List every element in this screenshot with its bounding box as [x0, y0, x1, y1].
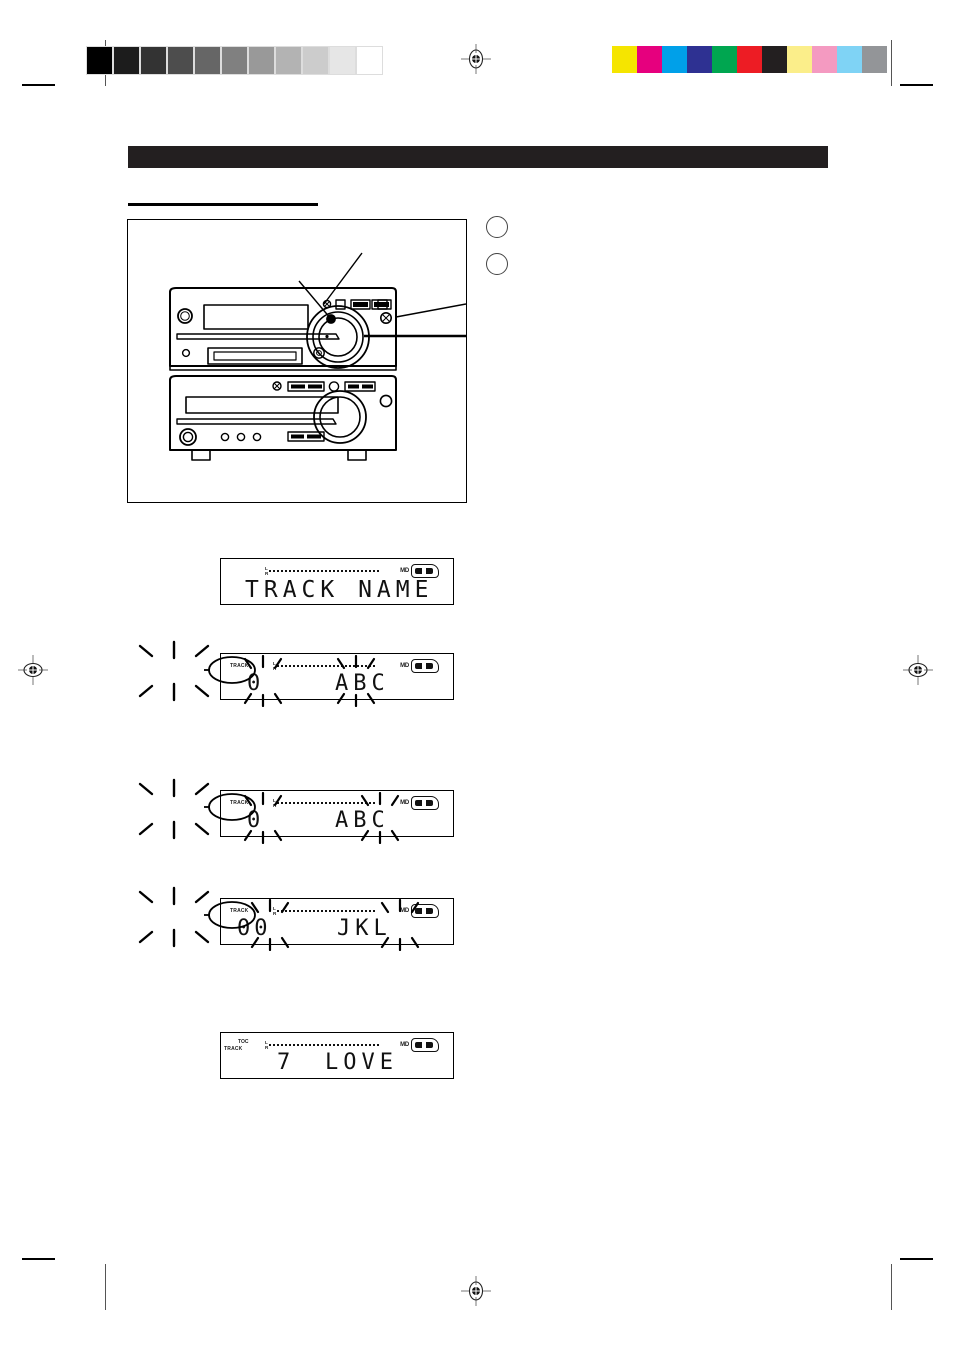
md-indicator-group: MD: [400, 564, 439, 578]
lcd-track-number-4: 00: [237, 916, 272, 941]
lcd-readout-4: JKL: [337, 916, 392, 941]
crop-tick-bottom-right: [891, 1264, 892, 1310]
track-indicator-label: TRACK: [230, 800, 249, 806]
md-indicator-group: MD: [400, 659, 439, 673]
minidisc-icon: [411, 904, 439, 918]
level-right-label: R: [273, 802, 277, 808]
blink-rays-track-indicator-3: [138, 778, 210, 840]
color-swatch-4: [712, 46, 737, 73]
lcd-track-number-3: 0: [247, 808, 267, 833]
registration-mark-top: [461, 44, 491, 74]
lcd-display-track-name: L R MD TRACK NAME: [220, 558, 454, 605]
greyscale-swatch-8: [302, 46, 329, 75]
level-meter-dots: [277, 800, 378, 808]
md-indicator-group: MD: [400, 1038, 439, 1052]
lcd-readout-3: ABC: [335, 808, 390, 833]
greyscale-swatch-1: [113, 46, 140, 75]
blink-rays-track-indicator-2: [138, 640, 210, 702]
greyscale-swatch-10: [356, 46, 383, 75]
stereo-illustration-frame: [127, 219, 467, 503]
greyscale-swatch-0: [86, 46, 113, 75]
blink-rays-track-indicator-4: [138, 886, 210, 948]
subsection-underline: [128, 203, 318, 206]
level-meter-dots: [277, 663, 378, 671]
md-indicator-group: MD: [400, 904, 439, 918]
minidisc-icon: [411, 1038, 439, 1052]
registration-mark-bottom: [461, 1276, 491, 1306]
registration-mark-right: [903, 655, 933, 685]
color-swatch-6: [762, 46, 787, 73]
color-swatch-10: [862, 46, 887, 73]
lcd-track-number-5: 7: [277, 1050, 297, 1075]
color-swatch-2: [662, 46, 687, 73]
lcd-display-abc-first: L R MD TRACK 0 ABC: [220, 653, 454, 700]
color-swatch-7: [787, 46, 812, 73]
color-calibration-strip: [612, 46, 887, 73]
greyscale-swatch-6: [248, 46, 275, 75]
crop-tick-bottom-left: [105, 1264, 106, 1310]
lcd-readout-2: ABC: [335, 671, 390, 696]
color-swatch-1: [637, 46, 662, 73]
crop-tick-left-upper: [22, 84, 55, 86]
callout-line-3: [395, 303, 467, 318]
crop-tick-right-upper: [900, 84, 933, 86]
track-indicator-label: TRACK: [224, 1046, 243, 1052]
lcd-display-abc-second: L R MD TRACK 0 ABC: [220, 790, 454, 837]
lcd-display-toc-love: L R MD TOC TRACK 7 LOVE: [220, 1032, 454, 1079]
greyscale-swatch-4: [194, 46, 221, 75]
md-label: MD: [400, 1042, 409, 1048]
crop-tick-top-right: [891, 40, 892, 86]
registration-mark-left: [18, 655, 48, 685]
step-bullet-2: [486, 253, 508, 275]
color-swatch-3: [687, 46, 712, 73]
crop-tick-right-lower: [900, 1258, 933, 1260]
level-meter-2: L R: [273, 661, 378, 671]
callout-line-1: [323, 252, 363, 305]
lcd-track-number-2: 0: [247, 671, 267, 696]
lcd-readout-1: TRACK NAME: [245, 577, 434, 603]
level-meter-dots: [277, 908, 378, 916]
toc-indicator-label: TOC: [238, 1039, 249, 1045]
greyscale-calibration-strip: [86, 46, 383, 75]
level-right-label: R: [265, 1044, 269, 1050]
section-header-band: [128, 146, 828, 168]
color-swatch-0: [612, 46, 637, 73]
color-swatch-8: [812, 46, 837, 73]
step-bullet-1: [486, 216, 508, 238]
md-label: MD: [400, 568, 409, 574]
lcd-display-jkl: L R MD TRACK 00 JKL: [220, 898, 454, 945]
minidisc-icon: [411, 796, 439, 810]
minidisc-icon: [411, 659, 439, 673]
md-label: MD: [400, 800, 409, 806]
level-meter-4: L R: [273, 906, 378, 916]
greyscale-swatch-9: [329, 46, 356, 75]
stereo-system-line-art: [169, 252, 467, 461]
level-right-label: R: [273, 910, 277, 916]
minidisc-icon: [411, 564, 439, 578]
greyscale-swatch-3: [167, 46, 194, 75]
level-meter-dots: [269, 1042, 380, 1050]
md-label: MD: [400, 663, 409, 669]
color-swatch-5: [737, 46, 762, 73]
level-right-label: R: [265, 570, 269, 576]
level-meter-dots: [269, 568, 380, 576]
color-swatch-9: [837, 46, 862, 73]
md-indicator-group: MD: [400, 796, 439, 810]
track-indicator-label: TRACK: [230, 908, 249, 914]
greyscale-swatch-7: [275, 46, 302, 75]
greyscale-swatch-2: [140, 46, 167, 75]
md-label: MD: [400, 908, 409, 914]
level-meter-1: L R: [265, 566, 380, 576]
level-meter-5: L R: [265, 1040, 380, 1050]
level-right-label: R: [273, 665, 277, 671]
crop-tick-left-lower: [22, 1258, 55, 1260]
track-indicator-label: TRACK: [230, 663, 249, 669]
lcd-readout-5: LOVE: [325, 1050, 398, 1075]
level-meter-3: L R: [273, 798, 378, 808]
greyscale-swatch-5: [221, 46, 248, 75]
